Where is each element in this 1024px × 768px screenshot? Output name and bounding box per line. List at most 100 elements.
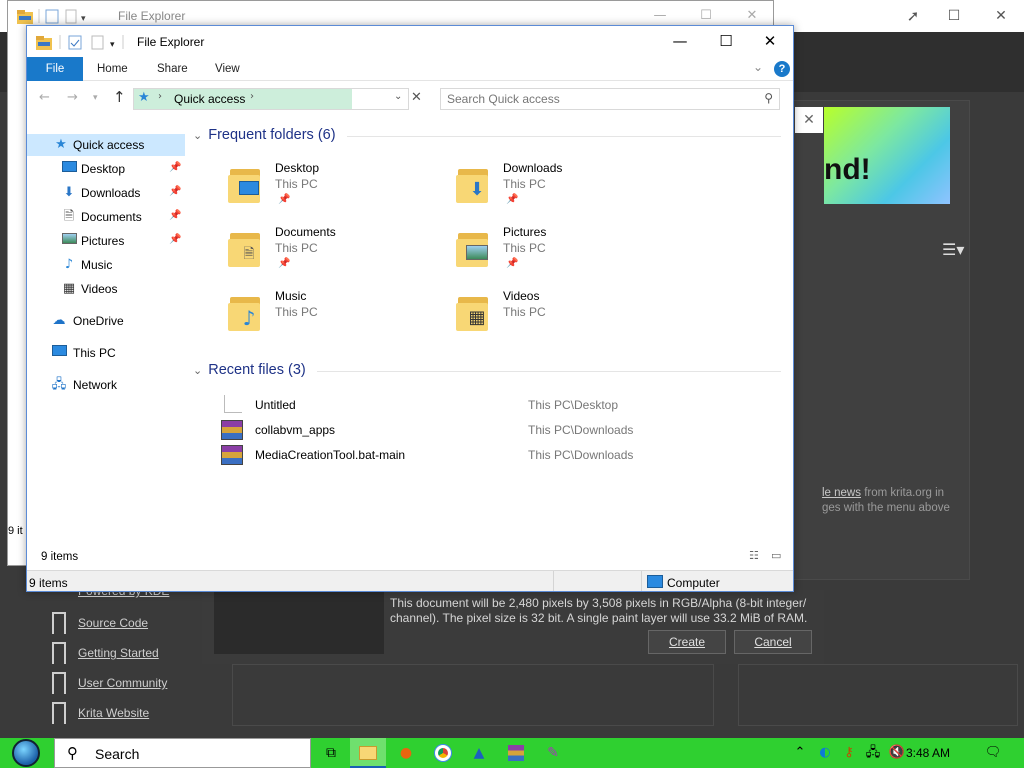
outer-item-count: 9 items — [29, 576, 68, 590]
title-bar[interactable]: ▾ File Explorer — ☐ ✕ — [27, 26, 793, 57]
forward-arrow-icon[interactable]: → — [67, 90, 78, 105]
folder-tile-pictures[interactable]: Pictures This PC 📌 — [456, 225, 676, 283]
clock[interactable]: 3:48 AM — [906, 746, 950, 760]
tab-home[interactable]: Home — [97, 57, 128, 81]
edge-icon[interactable]: ◐ — [814, 738, 836, 768]
krita-icon[interactable]: ✎ — [535, 738, 571, 768]
nav-item-downloads[interactable]: ⬇ Downloads 📌 — [27, 182, 185, 204]
folder-tile-videos[interactable]: ▦ Videos This PC — [456, 289, 676, 347]
documents-icon: 🗎 — [243, 246, 255, 262]
mouse-cursor-icon: ➚ — [906, 7, 920, 25]
collapse-chevron-icon[interactable]: ⌄ — [193, 364, 202, 377]
frequent-folders-header[interactable]: ⌄ Frequent folders (6) — [193, 127, 336, 143]
file-explorer-window[interactable]: ▾ File Explorer — ☐ ✕ File Home Share Vi… — [26, 25, 794, 592]
collapse-chevron-icon[interactable]: ⌄ — [193, 129, 202, 142]
address-bar[interactable]: ★ › Quick access › ⌄ — [133, 88, 409, 110]
folder-tile-documents[interactable]: 🗎 Documents This PC 📌 — [228, 225, 448, 283]
volume-muted-icon[interactable]: 🔇 — [886, 738, 908, 768]
close-button[interactable]: ✕ — [747, 26, 793, 57]
up-arrow-icon[interactable]: ↑ — [113, 88, 126, 106]
nav-item-label: Music — [81, 258, 113, 272]
winrar-icon[interactable] — [498, 738, 534, 768]
chrome-icon[interactable] — [425, 738, 461, 768]
back-minimize-button[interactable]: — — [650, 6, 670, 26]
help-icon[interactable]: ? — [774, 61, 790, 77]
search-input[interactable] — [441, 89, 741, 109]
large-icons-view-icon[interactable]: ▭ — [771, 550, 785, 562]
start-button[interactable] — [10, 738, 44, 768]
breadcrumb-separator-icon[interactable]: › — [250, 91, 254, 102]
nav-item-pictures[interactable]: Pictures 📌 — [27, 230, 185, 252]
expand-ribbon-chevron-icon[interactable]: ⌄ — [753, 60, 763, 74]
show-hidden-icons-chevron-icon[interactable]: ⌃ — [790, 738, 810, 768]
back-maximize-button[interactable]: ☐ — [696, 6, 716, 26]
krita-maximize-button[interactable]: ☐ — [944, 6, 964, 26]
recent-files-header[interactable]: ⌄ Recent files (3) — [193, 362, 306, 378]
krita-news-link[interactable]: le news — [822, 487, 861, 499]
create-button[interactable]: Create — [648, 630, 726, 654]
recent-file-row[interactable]: MediaCreationTool.bat-main This PC\Downl… — [221, 444, 781, 466]
network-icon: 🖧 — [51, 377, 67, 392]
recent-file-row[interactable]: Untitled This PC\Desktop — [221, 394, 781, 416]
details-view-icon[interactable]: ☷ — [749, 550, 763, 562]
search-icon[interactable]: ⚲ — [764, 91, 773, 105]
krita-link-label[interactable]: User Community — [78, 676, 167, 690]
folder-tile-music[interactable]: ♪ Music This PC — [228, 289, 448, 347]
recent-locations-chevron-icon[interactable]: ▾ — [93, 93, 98, 103]
bookmark-icon — [52, 672, 66, 694]
dialog-preview-area — [214, 590, 384, 654]
taskbar-search-box[interactable]: ⚲ Search — [54, 738, 311, 768]
nav-item-label: Documents — [81, 210, 142, 224]
back-arrow-icon[interactable]: ← — [39, 90, 50, 105]
breadcrumb-separator-icon[interactable]: › — [158, 91, 162, 102]
hamburger-menu-icon[interactable]: ☰▾ — [942, 240, 964, 259]
nav-item-desktop[interactable]: Desktop 📌 — [27, 158, 185, 180]
krita-close-button[interactable]: ✕ — [991, 6, 1011, 26]
svg-text:▾: ▾ — [110, 40, 115, 50]
cancel-button[interactable]: Cancel — [734, 630, 812, 654]
maximize-button[interactable]: ☐ — [703, 26, 749, 57]
nav-item-this-pc[interactable]: This PC — [27, 342, 185, 364]
nav-item-documents[interactable]: 🗎 Documents 📌 — [27, 206, 185, 228]
folder-tile-desktop[interactable]: Desktop This PC 📌 — [228, 161, 448, 219]
search-icon: ⚲ — [67, 744, 78, 762]
pin-icon: 📌 — [169, 186, 182, 197]
network-status-icon[interactable]: 🖧 — [862, 738, 884, 768]
refresh-icon[interactable]: ✕ — [411, 90, 422, 105]
task-view-icon[interactable]: ⧉ — [313, 738, 349, 768]
minimize-button[interactable]: — — [657, 26, 703, 57]
krita-link-user-community[interactable]: User Community — [48, 672, 248, 696]
krita-banner-close-icon[interactable]: ✕ — [795, 107, 823, 133]
quick-access-toolbar-icon: ▾ — [36, 35, 124, 50]
address-dropdown-chevron-icon[interactable]: ⌄ — [394, 91, 402, 102]
back-close-button[interactable]: ✕ — [742, 6, 762, 26]
nav-item-videos[interactable]: ▦ Videos — [27, 278, 185, 300]
quick-access-star-icon: ★ — [138, 90, 150, 105]
key-icon[interactable]: ⚷ — [838, 738, 860, 768]
recent-file-row[interactable]: collabvm_apps This PC\Downloads — [221, 419, 781, 441]
file-explorer-taskbar-icon[interactable] — [350, 738, 386, 768]
tab-file[interactable]: File — [27, 57, 83, 81]
nav-item-music[interactable]: ♪ Music — [27, 254, 185, 276]
krita-link-website[interactable]: Krita Website — [48, 702, 248, 726]
tab-share[interactable]: Share — [157, 57, 188, 81]
nav-item-quick-access[interactable]: ★ Quick access — [27, 134, 185, 156]
address-location[interactable]: Quick access — [174, 92, 245, 106]
krita-link-label[interactable]: Source Code — [78, 616, 148, 630]
nav-item-onedrive[interactable]: ☁ OneDrive — [27, 310, 185, 332]
krita-link-label[interactable]: Getting Started — [78, 646, 159, 660]
search-box[interactable]: ⚲ — [440, 88, 780, 110]
notifications-icon[interactable]: 🗨 — [982, 738, 1004, 768]
app-icon[interactable]: ▲ — [461, 738, 497, 768]
divider — [347, 136, 781, 137]
outer-status-bar: 9 items Computer — [27, 570, 793, 591]
folder-tile-downloads[interactable]: ⬇ Downloads This PC 📌 — [456, 161, 676, 219]
pictures-icon — [466, 245, 488, 263]
desktop-icon — [238, 181, 260, 199]
folder-name: Desktop — [275, 161, 320, 175]
krita-link-label[interactable]: Krita Website — [78, 706, 149, 720]
recent-file-name: collabvm_apps — [255, 423, 336, 437]
firefox-icon[interactable]: ● — [388, 738, 424, 768]
tab-view[interactable]: View — [215, 57, 240, 81]
nav-item-network[interactable]: 🖧 Network — [27, 374, 185, 396]
